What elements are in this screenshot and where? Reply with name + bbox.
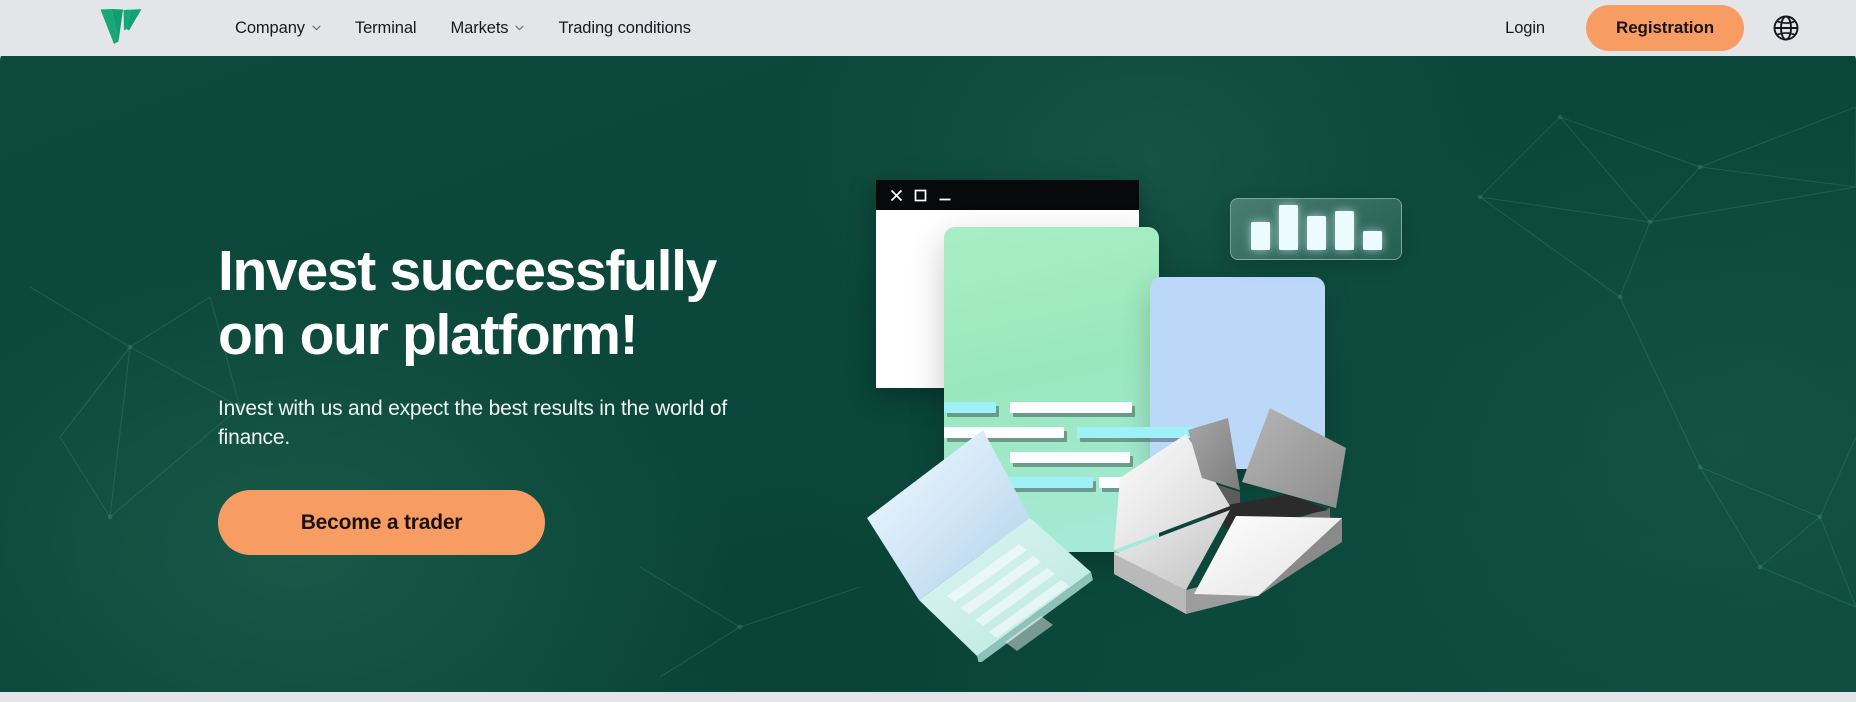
nav-markets[interactable]: Markets [433, 0, 541, 56]
maximize-icon [914, 189, 927, 201]
nav-trading-conditions-label: Trading conditions [558, 18, 691, 37]
chevron-down-icon [312, 25, 321, 31]
hero-subtitle: Invest with us and expect the best resul… [218, 396, 728, 450]
hero-illustration [860, 102, 1480, 682]
chart-bar [1250, 222, 1270, 250]
welltrade-w-logo[interactable] [99, 7, 143, 45]
close-icon [890, 189, 903, 201]
nav-terminal[interactable]: Terminal [338, 0, 434, 56]
window-titlebar [876, 180, 1139, 210]
chart-bar [1362, 230, 1382, 250]
page-title: Invest successfully on our platform! [218, 239, 838, 368]
primary-nav: Company Terminal Markets Trading conditi… [218, 0, 708, 56]
hero-title-line-1: Invest successfully [218, 239, 717, 303]
chevron-down-icon [515, 25, 525, 31]
nav-markets-label: Markets [450, 18, 509, 37]
globe-icon[interactable] [1771, 13, 1801, 43]
hero-section: Invest successfully on our platform! Inv… [0, 47, 1856, 692]
chart-bar [1334, 211, 1354, 250]
hero-title-line-2: on our platform! [218, 302, 639, 367]
chart-bar [1278, 205, 1298, 250]
registration-button[interactable]: Registration [1586, 5, 1744, 51]
nav-trading-conditions[interactable]: Trading conditions [541, 0, 707, 56]
exploded-pie-chart-3d [1114, 408, 1346, 614]
header-actions: Login Registration [1487, 0, 1856, 56]
text-line [944, 402, 996, 413]
chart-bar [1306, 216, 1326, 250]
bar-chart-widget [1230, 198, 1402, 260]
become-a-trader-button[interactable]: Become a trader [218, 490, 545, 556]
laptop-illustration [867, 430, 1093, 662]
page-root: Company Terminal Markets Trading conditi… [0, 0, 1856, 702]
nav-company[interactable]: Company [218, 0, 338, 56]
hero-copy: Invest successfully on our platform! Inv… [218, 239, 838, 556]
nav-terminal-label: Terminal [354, 18, 417, 37]
nav-company-label: Company [235, 18, 305, 37]
site-header: Company Terminal Markets Trading conditi… [0, 0, 1856, 56]
login-link[interactable]: Login [1487, 19, 1563, 38]
minimize-icon [939, 198, 951, 200]
